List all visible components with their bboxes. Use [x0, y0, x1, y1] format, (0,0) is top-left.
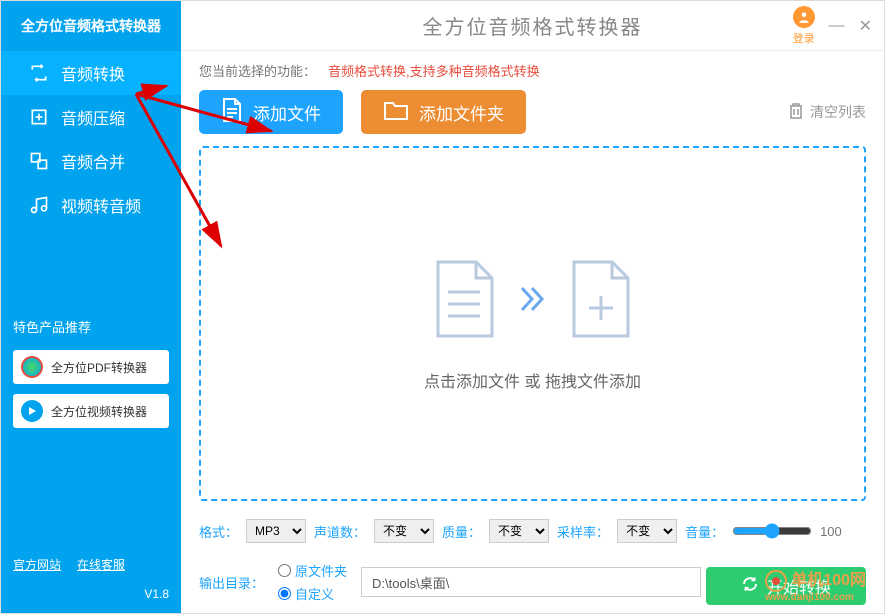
nav-list: 音频转换 音频压缩 音频合并 视频转音频 [1, 51, 181, 227]
merge-icon [29, 151, 49, 171]
dropzone[interactable]: 点击添加文件 或 拖拽文件添加 [199, 146, 866, 501]
nav-label: 音频合并 [61, 149, 125, 173]
format-select[interactable]: MP3 [246, 519, 306, 543]
file-icon [221, 97, 243, 128]
clear-list-button[interactable]: 清空列表 [788, 102, 866, 123]
function-row: 您当前选择的功能： 音频格式转换,支持多种音频格式转换 [181, 51, 884, 86]
trash-icon [788, 102, 804, 123]
func-desc: 音频格式转换,支持多种音频格式转换 [328, 61, 540, 80]
main: 全方位音频格式转换器 登录 — ✕ 您当前选择的功能： 音频格式转换,支持多种音… [181, 1, 884, 613]
promo-label: 全方位PDF转换器 [51, 359, 147, 376]
samplerate-label: 采样率： [557, 522, 609, 541]
output-path-input[interactable] [361, 567, 701, 597]
volume-slider[interactable] [732, 523, 812, 539]
titlebar: 全方位音频格式转换器 登录 — ✕ [181, 1, 884, 51]
nav-audio-convert[interactable]: 音频转换 [1, 51, 181, 95]
samplerate-select[interactable]: 不变 [617, 519, 677, 543]
convert-icon [29, 63, 49, 83]
refresh-icon [741, 575, 759, 598]
quality-select[interactable]: 不变 [489, 519, 549, 543]
radio-original[interactable]: 原文件夹 [278, 561, 347, 580]
compress-icon [29, 107, 49, 127]
minimize-button[interactable]: — [829, 17, 845, 35]
page-title: 全方位音频格式转换器 [423, 11, 643, 40]
music-icon [29, 195, 49, 215]
add-folder-label: 添加文件夹 [419, 100, 504, 125]
promo-video[interactable]: 全方位视频转换器 [13, 394, 169, 428]
nav-label: 音频转换 [61, 61, 125, 85]
add-file-label: 添加文件 [253, 100, 321, 125]
channels-label: 声道数： [314, 522, 366, 541]
promo-pdf[interactable]: 全方位PDF转换器 [13, 350, 169, 384]
output-label: 输出目录： [199, 573, 264, 592]
func-label: 您当前选择的功能： [199, 61, 316, 80]
format-label: 格式： [199, 522, 238, 541]
radio-original-label: 原文件夹 [295, 561, 347, 580]
version: V1.8 [13, 587, 169, 601]
clear-label: 清空列表 [810, 102, 866, 122]
login-button[interactable]: 登录 [793, 6, 815, 46]
radio-custom-input[interactable] [278, 587, 291, 600]
quality-label: 质量： [442, 522, 481, 541]
nav-video-to-audio[interactable]: 视频转音频 [1, 183, 181, 227]
volume-label: 音量： [685, 522, 724, 541]
app-name: 全方位音频格式转换器 [1, 1, 181, 51]
video-icon [21, 400, 43, 422]
convert-label: 开始转换 [767, 574, 831, 598]
promo-label: 全方位视频转换器 [51, 403, 147, 420]
sidebar: 全方位音频格式转换器 音频转换 音频压缩 音频合并 视频转音频 [1, 1, 181, 613]
radio-custom[interactable]: 自定义 [278, 584, 347, 603]
action-row: 添加文件 添加文件夹 清空列表 [181, 86, 884, 146]
avatar-icon [793, 6, 815, 28]
start-convert-button[interactable]: 开始转换 [706, 567, 866, 605]
promo-section: 特色产品推荐 全方位PDF转换器 全方位视频转换器 [1, 317, 181, 438]
pdf-icon [21, 356, 43, 378]
options-row: 格式： MP3 声道数： 不变 质量： 不变 采样率： 不变 音量： 100 [181, 501, 884, 543]
radio-custom-label: 自定义 [295, 584, 334, 603]
nav-audio-compress[interactable]: 音频压缩 [1, 95, 181, 139]
link-support[interactable]: 在线客服 [77, 556, 125, 573]
nav-audio-merge[interactable]: 音频合并 [1, 139, 181, 183]
dropzone-illustration [430, 256, 636, 342]
close-button[interactable]: ✕ [859, 16, 872, 36]
sidebar-footer: 官方网站 在线客服 V1.8 [1, 544, 181, 613]
add-folder-button[interactable]: 添加文件夹 [361, 90, 526, 134]
channels-select[interactable]: 不变 [374, 519, 434, 543]
radio-original-input[interactable] [278, 564, 291, 577]
login-label: 登录 [793, 30, 815, 46]
nav-label: 视频转音频 [61, 193, 141, 217]
folder-icon [383, 99, 409, 126]
promo-title: 特色产品推荐 [13, 317, 169, 336]
nav-label: 音频压缩 [61, 105, 125, 129]
link-official[interactable]: 官方网站 [13, 556, 61, 573]
dropzone-text: 点击添加文件 或 拖拽文件添加 [424, 368, 641, 392]
volume-value: 100 [820, 524, 850, 539]
add-file-button[interactable]: 添加文件 [199, 90, 343, 134]
